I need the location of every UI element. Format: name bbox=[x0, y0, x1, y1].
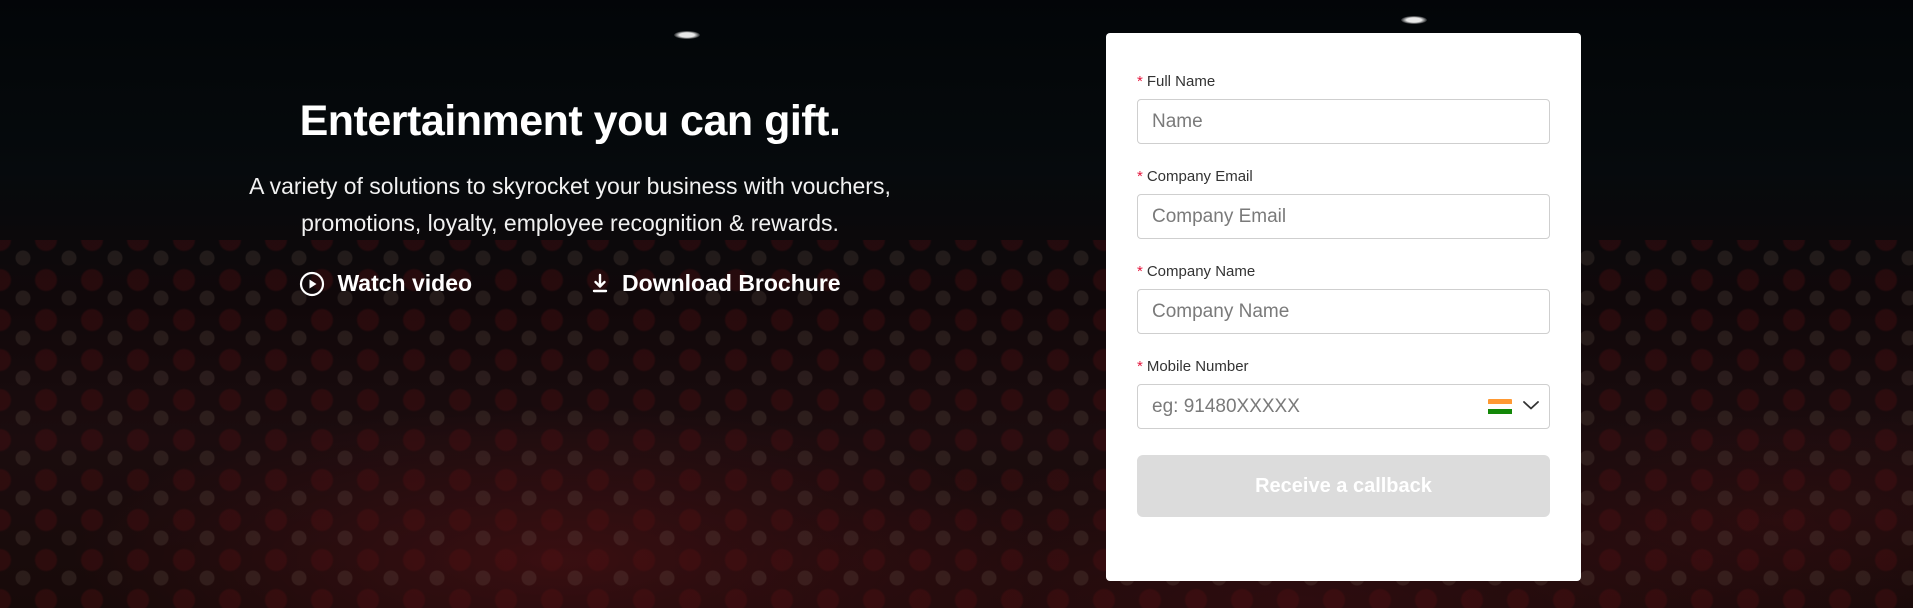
hero-subtitle: A variety of solutions to skyrocket your… bbox=[249, 173, 891, 236]
full-name-field: * Full Name bbox=[1137, 73, 1550, 144]
company-email-input[interactable] bbox=[1137, 194, 1550, 239]
ceiling-light bbox=[1401, 16, 1427, 24]
country-code-selector[interactable] bbox=[1488, 384, 1540, 429]
india-flag-icon bbox=[1488, 398, 1512, 415]
watch-video-label: Watch video bbox=[337, 270, 473, 296]
company-name-label-text: Company Name bbox=[1146, 263, 1256, 280]
company-email-label: * Company Email bbox=[1137, 168, 1550, 186]
mobile-input-wrapper bbox=[1137, 384, 1550, 429]
required-asterisk: * bbox=[1137, 168, 1143, 185]
company-email-field: * Company Email bbox=[1137, 168, 1550, 239]
receive-callback-button[interactable]: Receive a callback bbox=[1137, 455, 1550, 517]
chevron-down-icon bbox=[1522, 398, 1540, 416]
required-asterisk: * bbox=[1137, 358, 1143, 375]
download-brochure-label: Download Brochure bbox=[622, 270, 841, 296]
mobile-number-field: * Mobile Number bbox=[1137, 358, 1550, 429]
required-asterisk: * bbox=[1137, 263, 1143, 280]
company-name-label: * Company Name bbox=[1137, 263, 1550, 281]
company-name-field: * Company Name bbox=[1137, 263, 1550, 334]
hero-actions: Watch video Download Brochure bbox=[170, 270, 970, 297]
callback-form: *Full Name *Company Email *Company Name … bbox=[1106, 33, 1581, 581]
full-name-input[interactable] bbox=[1137, 99, 1550, 144]
mobile-number-label-text: Mobile Number bbox=[1146, 358, 1249, 375]
mobile-number-label: * Mobile Number bbox=[1137, 358, 1550, 376]
hero-section: Entertainment you can gift. A variety of… bbox=[170, 88, 970, 297]
full-name-label: * Full Name bbox=[1137, 73, 1550, 91]
company-name-input[interactable] bbox=[1137, 289, 1550, 334]
required-asterisk: * bbox=[1137, 73, 1143, 90]
play-circle-icon bbox=[299, 271, 325, 297]
watch-video-link[interactable]: Watch video bbox=[299, 270, 472, 297]
download-icon bbox=[590, 273, 610, 295]
hero-title: Entertainment you can gift. bbox=[299, 97, 841, 145]
company-email-label-text: Company Email bbox=[1146, 168, 1253, 185]
ceiling-light bbox=[674, 31, 700, 39]
download-brochure-link[interactable]: Download Brochure bbox=[590, 270, 841, 297]
full-name-label-text: Full Name bbox=[1146, 73, 1216, 90]
